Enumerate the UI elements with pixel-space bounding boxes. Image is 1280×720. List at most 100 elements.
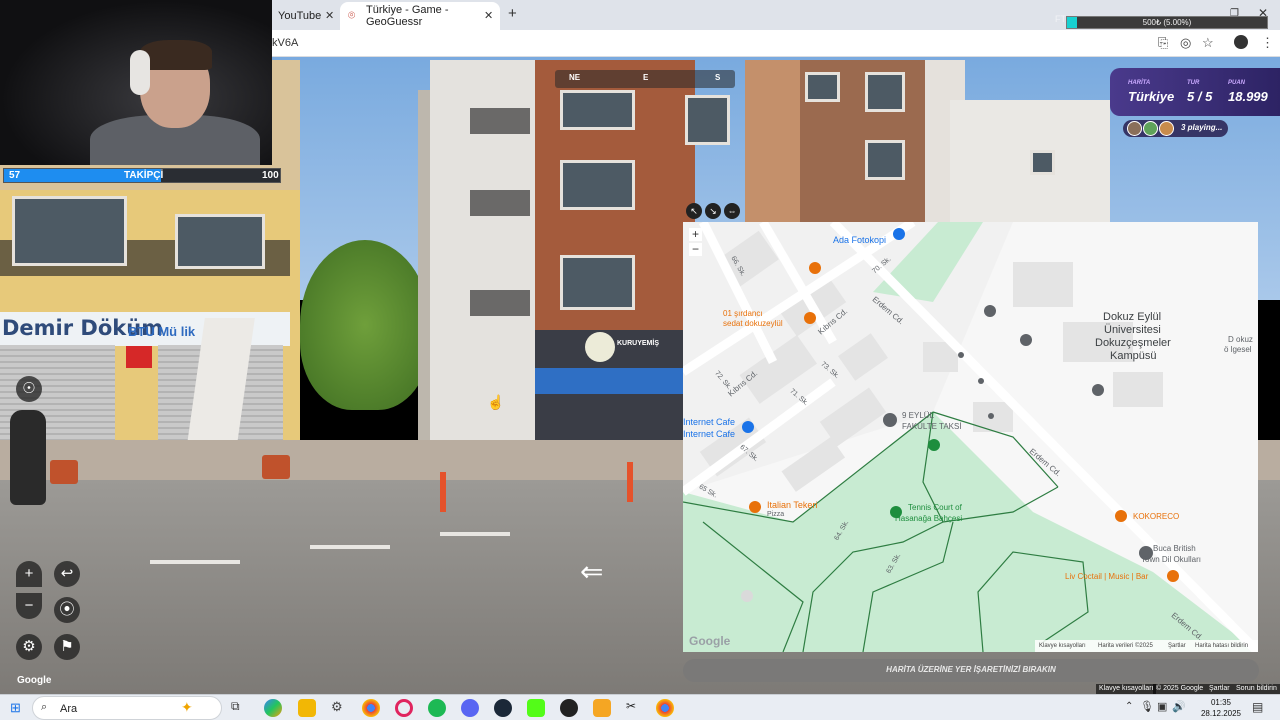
tray-chevron-icon[interactable]: ⌃ <box>1125 701 1133 712</box>
discord-icon[interactable] <box>461 699 479 717</box>
compass-ne: NE <box>569 73 581 82</box>
return-icon: ↩ <box>60 565 74 582</box>
street-view-nav-arrow[interactable]: ⇐ <box>580 555 603 588</box>
close-tab-icon[interactable]: ✕ <box>325 9 334 22</box>
undo-move-button[interactable]: ↩ <box>54 561 80 587</box>
steam-icon[interactable] <box>494 699 512 717</box>
sv-attrib-report[interactable]: Sorun bildirin <box>1233 684 1280 694</box>
map-label-ada-fotokopi[interactable]: Ada Fotokopi <box>833 235 886 245</box>
score-value: 18.999 <box>1228 89 1268 104</box>
windows-start-icon[interactable]: ⊞ <box>10 700 21 716</box>
zoom-in-button[interactable]: + <box>16 561 42 587</box>
compass-s: S <box>715 73 721 82</box>
map-label-internet-cafe-2[interactable]: Internet Cafe <box>683 429 735 439</box>
follower-count: 57 <box>9 170 21 181</box>
guess-button[interactable]: HARİTA ÜZERİNE YER İŞARETİNİZİ BIRAKIN <box>683 659 1259 682</box>
bookmark-star-icon[interactable]: ☆ <box>1202 35 1214 51</box>
players-indicator[interactable]: 3 playing... <box>1123 120 1228 137</box>
map-label-buca-british[interactable]: Buca British <box>1153 544 1196 553</box>
notifications-icon[interactable]: ▤ <box>1252 700 1263 714</box>
clock-time: 01:35 <box>1210 698 1232 707</box>
game-status-panel: HARİTA Türkiye TUR 5 / 5 PUAN 18.999 <box>1110 68 1280 116</box>
map-label-tennis[interactable]: Tennis Court of <box>908 503 962 512</box>
new-tab-button[interactable]: + <box>508 5 517 22</box>
zoom-in-icon: + <box>24 565 34 582</box>
chrome-icon[interactable] <box>362 699 380 717</box>
copilot-sparkle-icon[interactable]: ✦ <box>181 699 193 716</box>
close-tab-icon[interactable]: ✕ <box>484 9 493 22</box>
file-explorer-icon[interactable] <box>298 699 316 717</box>
map-footer-shortcuts[interactable]: Klavye kısayolları <box>1039 640 1086 652</box>
round-value: 5 / 5 <box>1187 89 1213 104</box>
copilot-icon[interactable] <box>264 699 282 717</box>
lane-marking <box>150 560 240 564</box>
map-label-italian[interactable]: Italian Tekeri <box>767 500 817 510</box>
map-footer-data: Harita verileri ©2025 <box>1098 643 1153 649</box>
shop-sign-text-secondary: BTU Mü lik <box>128 324 196 339</box>
volume-icon[interactable]: 🔊 <box>1172 700 1186 713</box>
bollard <box>627 462 633 502</box>
player-avatar <box>1159 121 1174 136</box>
obs-icon[interactable] <box>560 699 578 717</box>
map-label: HARİTA <box>1128 80 1151 86</box>
spotify-icon[interactable] <box>428 699 446 717</box>
kick-icon[interactable] <box>527 699 545 717</box>
mouse-cursor-icon: ☝ <box>487 394 505 410</box>
network-icon[interactable]: ▣ <box>1157 700 1167 713</box>
follower-goal: 100 <box>262 170 279 181</box>
search-placeholder: Ara <box>60 703 78 715</box>
map-zoom-out-button[interactable]: − <box>689 243 702 256</box>
map-shrink-icon[interactable]: ↘ <box>705 203 721 219</box>
map-google-logo: Google <box>689 634 731 648</box>
map-label-taxi[interactable]: 9 EYLÜL <box>902 411 934 420</box>
map-label-kokoreco[interactable]: KOKORECO <box>1133 512 1179 521</box>
window <box>685 95 730 145</box>
map-label-university[interactable]: Dokuz Eylül <box>1103 311 1161 323</box>
zoom-out-button[interactable]: − <box>16 593 42 619</box>
map-footer-report[interactable]: Harita hatası bildirin <box>1195 640 1248 652</box>
guess-map[interactable]: Ada Fotokopi 01 şırdancı sedat dokuzeylü… <box>683 222 1258 652</box>
sv-attrib-shortcuts[interactable]: Klavye kısayolları <box>1096 684 1157 694</box>
shop-name: KURUYEMİŞ <box>617 340 660 347</box>
system-clock[interactable]: 01:35 28.12.2025 <box>1196 697 1246 719</box>
map-pin-toggle-icon[interactable]: ⇔ <box>724 203 740 219</box>
profile-avatar[interactable] <box>1234 35 1248 49</box>
map-label-internet-cafe[interactable]: Internet Cafe <box>683 417 735 427</box>
streamer-webcam <box>0 0 272 165</box>
map-zoom-in-button[interactable]: + <box>689 228 702 241</box>
map-label-sirdanci-2[interactable]: sedat dokuzeylül <box>723 319 783 328</box>
map-label-cocktail-bar[interactable]: Liv Coctail | Music | Bar <box>1065 572 1148 581</box>
settings-button[interactable]: ⚙ <box>16 634 42 660</box>
map-label-tennis-2: Hasanağa Bahçesi <box>895 514 963 523</box>
locate-button[interactable]: ☉ <box>16 376 42 402</box>
return-to-start-button[interactable]: ⦿ <box>54 597 80 623</box>
task-view-icon[interactable]: ⧉ <box>231 699 249 717</box>
guess-button-label: HARİTA ÜZERİNE YER İŞARETİNİZİ BIRAKIN <box>886 665 1056 674</box>
map-footer-terms[interactable]: Şartlar <box>1168 640 1186 652</box>
taskbar-search[interactable]: ⌕ Ara ✦ <box>32 696 222 720</box>
map-canvas[interactable] <box>683 222 1258 652</box>
window <box>175 214 265 269</box>
sv-attrib-terms[interactable]: Şartlar <box>1206 684 1233 694</box>
checkpoint-flag-button[interactable]: ⚑ <box>54 634 80 660</box>
map-label-university-3: Dokuzçeşmeler <box>1095 337 1171 349</box>
follower-label: TAKİPÇİ <box>124 170 164 181</box>
turkish-flag <box>126 346 152 368</box>
streamer-hair <box>140 40 212 70</box>
chrome-icon-2[interactable] <box>656 699 674 717</box>
hide-icon[interactable]: ◎ <box>1180 35 1191 51</box>
planter <box>50 460 78 484</box>
browser-menu-icon[interactable]: ⋮ <box>1261 35 1274 51</box>
capcut-icon[interactable]: ✂ <box>626 699 644 717</box>
microphone-icon[interactable]: 🎙 <box>1140 700 1154 713</box>
settings-app-icon[interactable]: ⚙ <box>331 699 349 717</box>
rockstar-icon[interactable] <box>593 699 611 717</box>
address-bar[interactable]: kV6A <box>272 30 1280 57</box>
opera-icon[interactable] <box>395 699 413 717</box>
map-label-sirdanci[interactable]: 01 şırdancı <box>723 309 763 318</box>
tab-geoguessr[interactable]: ⌾ Türkiye - Game - GeoGuessr <box>340 2 500 30</box>
map-label-italian-2: Pizza <box>767 511 785 518</box>
map-enlarge-icon[interactable]: ↖ <box>686 203 702 219</box>
install-app-icon[interactable]: ⎘ <box>1158 35 1168 51</box>
map-label-university-2: Üniversitesi <box>1104 324 1161 336</box>
